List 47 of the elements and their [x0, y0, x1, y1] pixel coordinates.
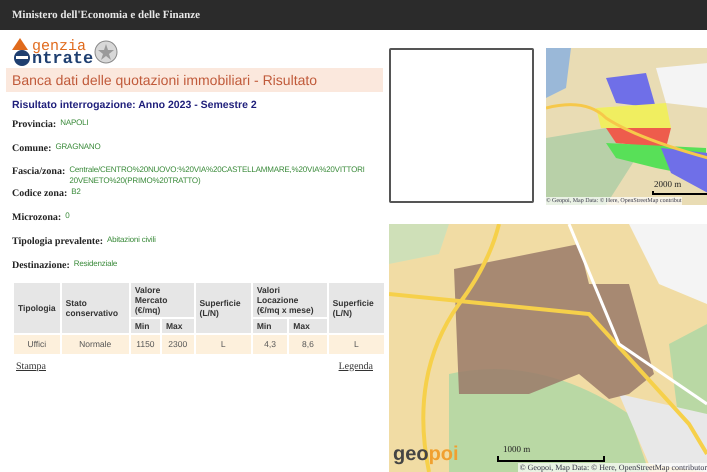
table-cell: 4,3	[252, 334, 288, 354]
table-cell: L	[328, 334, 384, 354]
logo-icon	[10, 36, 32, 66]
field-value: Residenziale	[74, 258, 118, 269]
table-cell: Normale	[62, 334, 129, 354]
field-label: Comune:	[12, 142, 52, 156]
link[interactable]: Legenda	[338, 358, 373, 374]
field-value: 20VENETO%20(PRIMO%20TRATTO)	[69, 176, 202, 186]
scale-label: 2000 m	[653, 178, 682, 190]
header-title: Ministero dell'Economia e delle Finanze	[12, 8, 200, 23]
table-cell: L	[196, 334, 251, 354]
field-value: GRAGNANO	[55, 142, 101, 152]
column-header: Stato conservativo	[62, 282, 129, 333]
field-label: Destinazione:	[12, 258, 70, 273]
map-attribution: © Geopoi, Map Data: © Here, OpenStreetMap contributor	[518, 463, 707, 472]
field-label: Tipologia prevalente:	[12, 234, 104, 249]
column-header: Valore Mercato (€/mq)	[130, 282, 194, 317]
field-value: NAPOLI	[60, 118, 88, 128]
column-header: Min	[252, 318, 288, 333]
column-header: Superficie (L/N)	[196, 282, 251, 333]
field-label: Microzona:	[12, 210, 62, 225]
field-label: Provincia:	[12, 118, 56, 132]
field-label: Codice zona:	[12, 186, 68, 201]
banner-title: Banca dati delle quotazioni immobiliari - Risultato	[12, 70, 318, 90]
result-title: Risultato interrogazione: Anno 2023 - Semestre 2	[11, 98, 258, 113]
field-value: 0	[65, 210, 70, 221]
field-value: B2	[71, 186, 81, 197]
column-header: Max	[162, 318, 194, 333]
column-header: Valori Locazione (€/mq x mese)	[252, 282, 327, 317]
table-cell: 2300	[162, 334, 194, 354]
field-value: Centrale/CENTRO%20NUOVO:%20VIA%20CASTELLAMMARE,%20VIA%20VITTORI	[69, 164, 365, 175]
logo-text: genzia	[32, 40, 86, 53]
logo-text: ntrate	[32, 53, 94, 66]
field-value: Abitazioni civili	[107, 234, 156, 245]
column-header: Superficie (L/N)	[328, 282, 384, 333]
column-header: Tipologia	[14, 282, 60, 333]
table-cell: Uffici	[14, 334, 60, 354]
table-cell: 1150	[130, 334, 160, 354]
brand-logo: geopoi	[393, 444, 459, 464]
table-cell: 8,6	[289, 334, 327, 354]
column-header: Min	[130, 318, 160, 333]
scale-bar	[652, 191, 707, 195]
scale-label: 1000 m	[502, 442, 530, 456]
column-header: Max	[289, 318, 327, 333]
emblem-icon	[94, 40, 118, 64]
link[interactable]: Stampa	[16, 358, 46, 374]
field-label: Fascia/zona:	[12, 164, 66, 179]
